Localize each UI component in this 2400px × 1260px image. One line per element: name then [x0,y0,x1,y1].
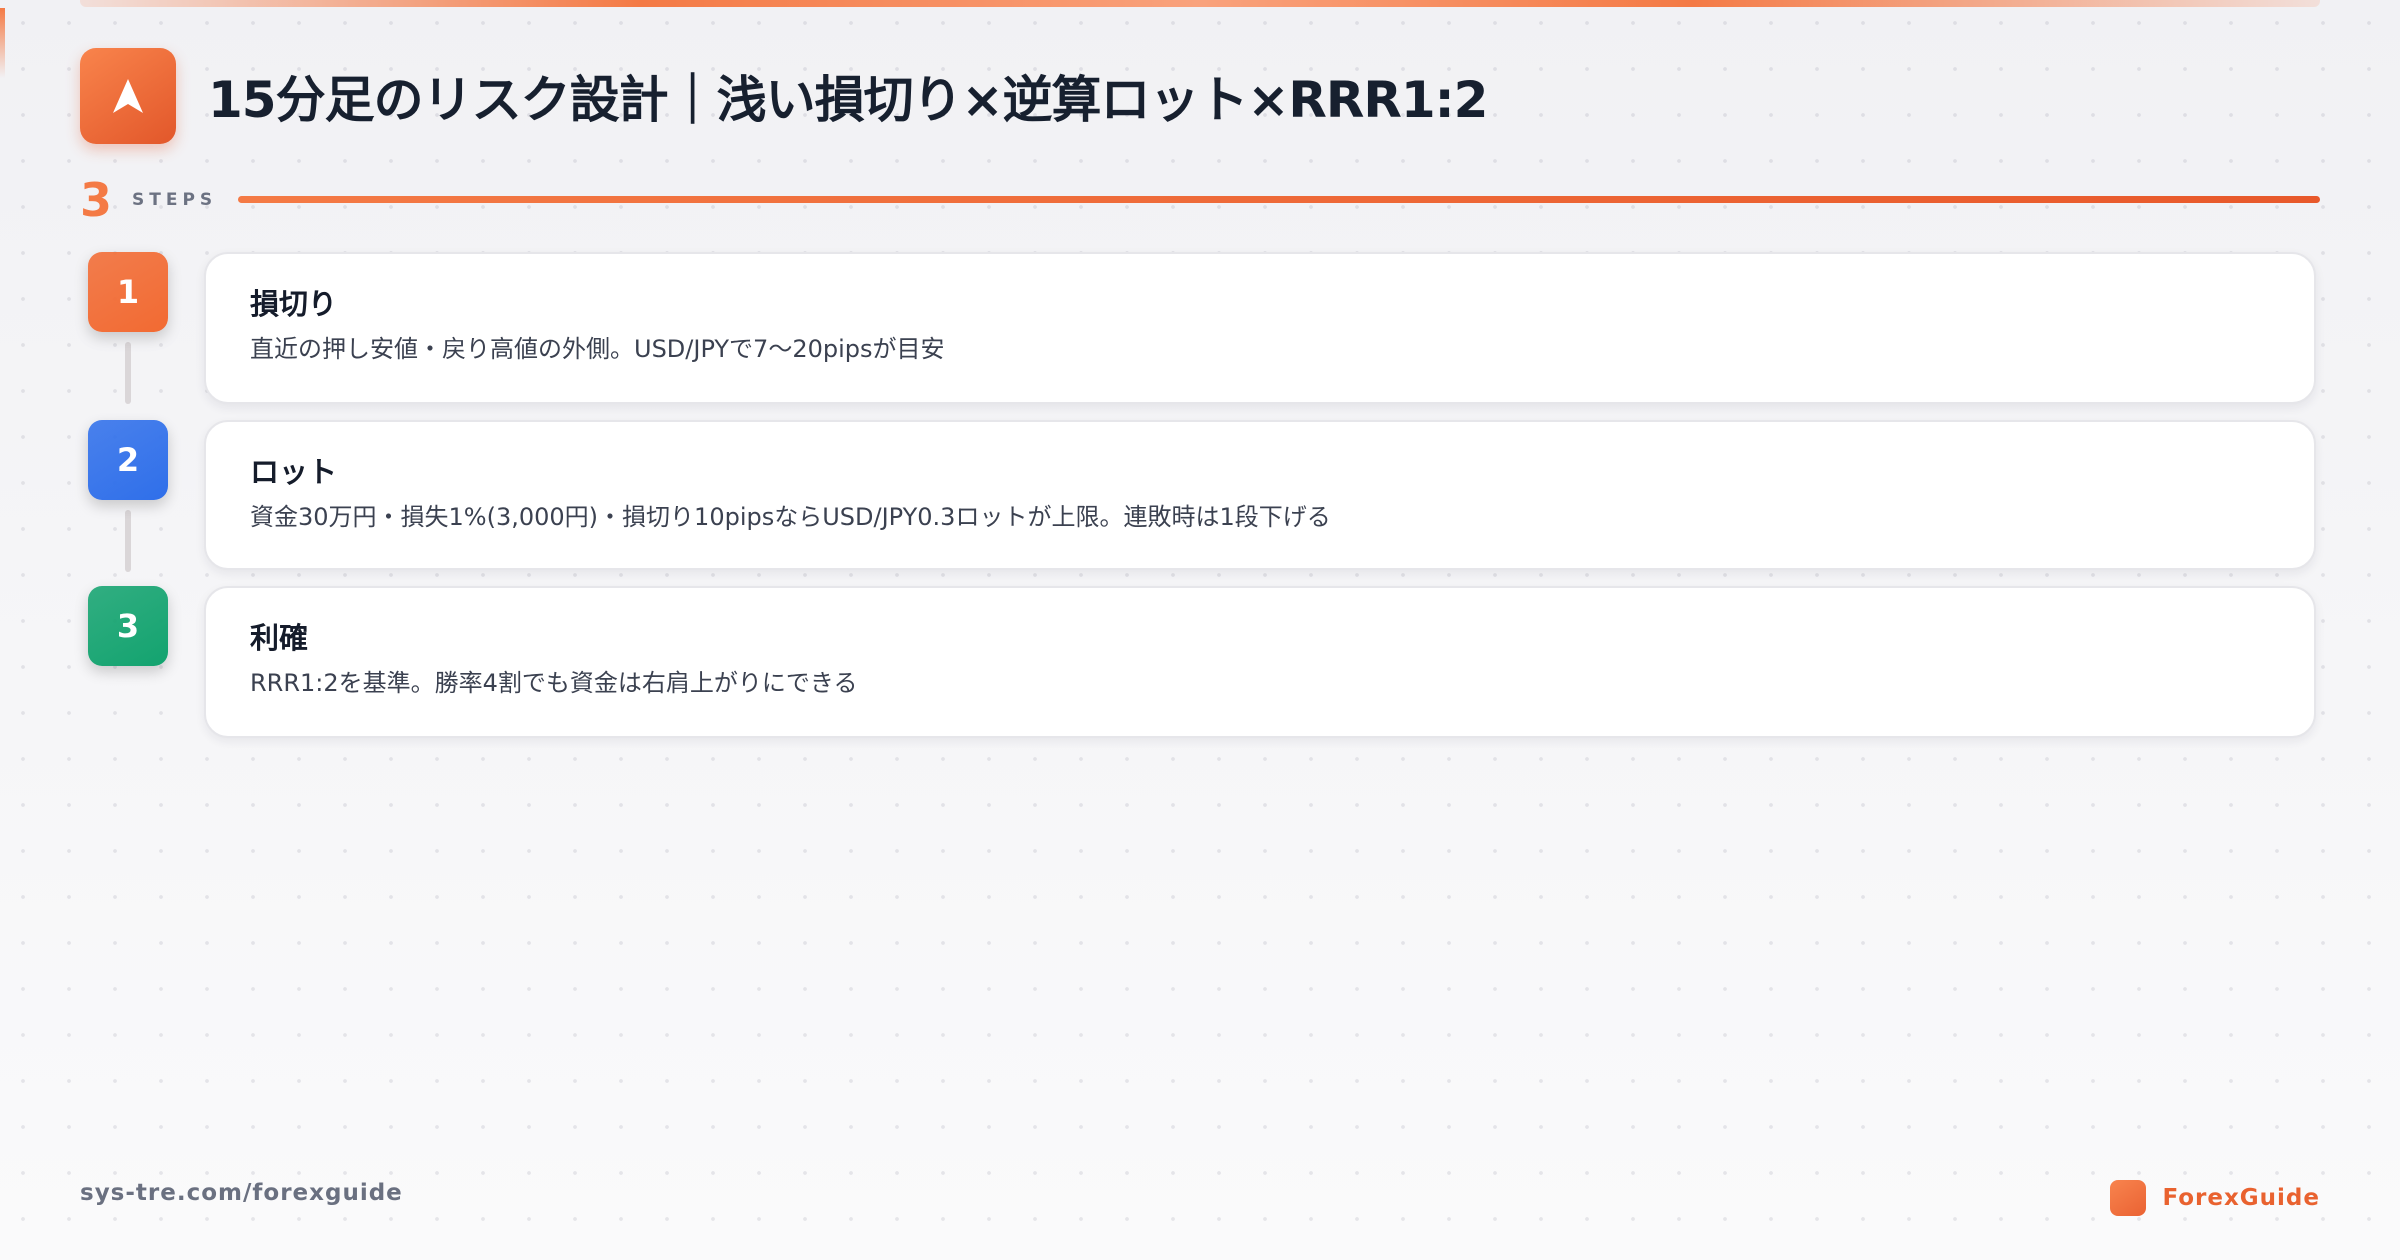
step-card: 利確 RRR1:2を基準。勝率4割でも資金は右肩上がりにできる [204,586,2316,738]
step-1: 1 損切り 直近の押し安値・戻り高値の外側。USD/JPYで7〜20pipsが目… [80,252,2320,408]
step-title: 利確 [250,621,309,655]
step-number-badge: 3 [88,586,168,666]
step-2: 2 ロット 資金30万円・損失1%(3,000円)・損切り10pipsならUSD… [80,420,2320,572]
step-number-badge: 1 [88,252,168,332]
brand-name: ForexGuide [2162,1185,2320,1211]
navigation-arrow-glyph [113,79,143,113]
step-title: ロット [250,455,338,489]
navigation-arrow-icon [80,48,176,144]
step-description: 直近の押し安値・戻り高値の外側。USD/JPYで7〜20pipsが目安 [250,335,945,363]
footer-url-link[interactable]: sys-tre.com/forexguide [80,1180,403,1206]
step-card: 損切り 直近の押し安値・戻り高値の外側。USD/JPYで7〜20pipsが目安 [204,252,2316,404]
step-connector [125,342,131,404]
steps-divider-line [238,196,2320,203]
step-description: RRR1:2を基準。勝率4割でも資金は右肩上がりにできる [250,669,858,697]
footer-brand: ForexGuide [2110,1180,2320,1216]
step-title: 損切り [250,287,338,321]
steps-count: 3 [80,173,113,227]
brand-logo-icon [2110,1180,2147,1216]
page-header: 15分足のリスク設計｜浅い損切り×逆算ロット×RRR1:2 [80,48,1488,144]
step-connector [125,510,131,572]
page-title: 15分足のリスク設計｜浅い損切り×逆算ロット×RRR1:2 [208,71,1488,129]
top-accent-bar [80,0,2320,7]
step-number-badge: 2 [88,420,168,500]
left-accent-bar [0,8,5,78]
step-description: 資金30万円・損失1%(3,000円)・損切り10pipsならUSD/JPY0.… [250,503,1331,531]
step-card: ロット 資金30万円・損失1%(3,000円)・損切り10pipsならUSD/J… [204,420,2316,570]
steps-header: 3 STEPS [80,168,2320,232]
step-3: 3 利確 RRR1:2を基準。勝率4割でも資金は右肩上がりにできる [80,586,2320,740]
steps-label: STEPS [132,190,218,210]
